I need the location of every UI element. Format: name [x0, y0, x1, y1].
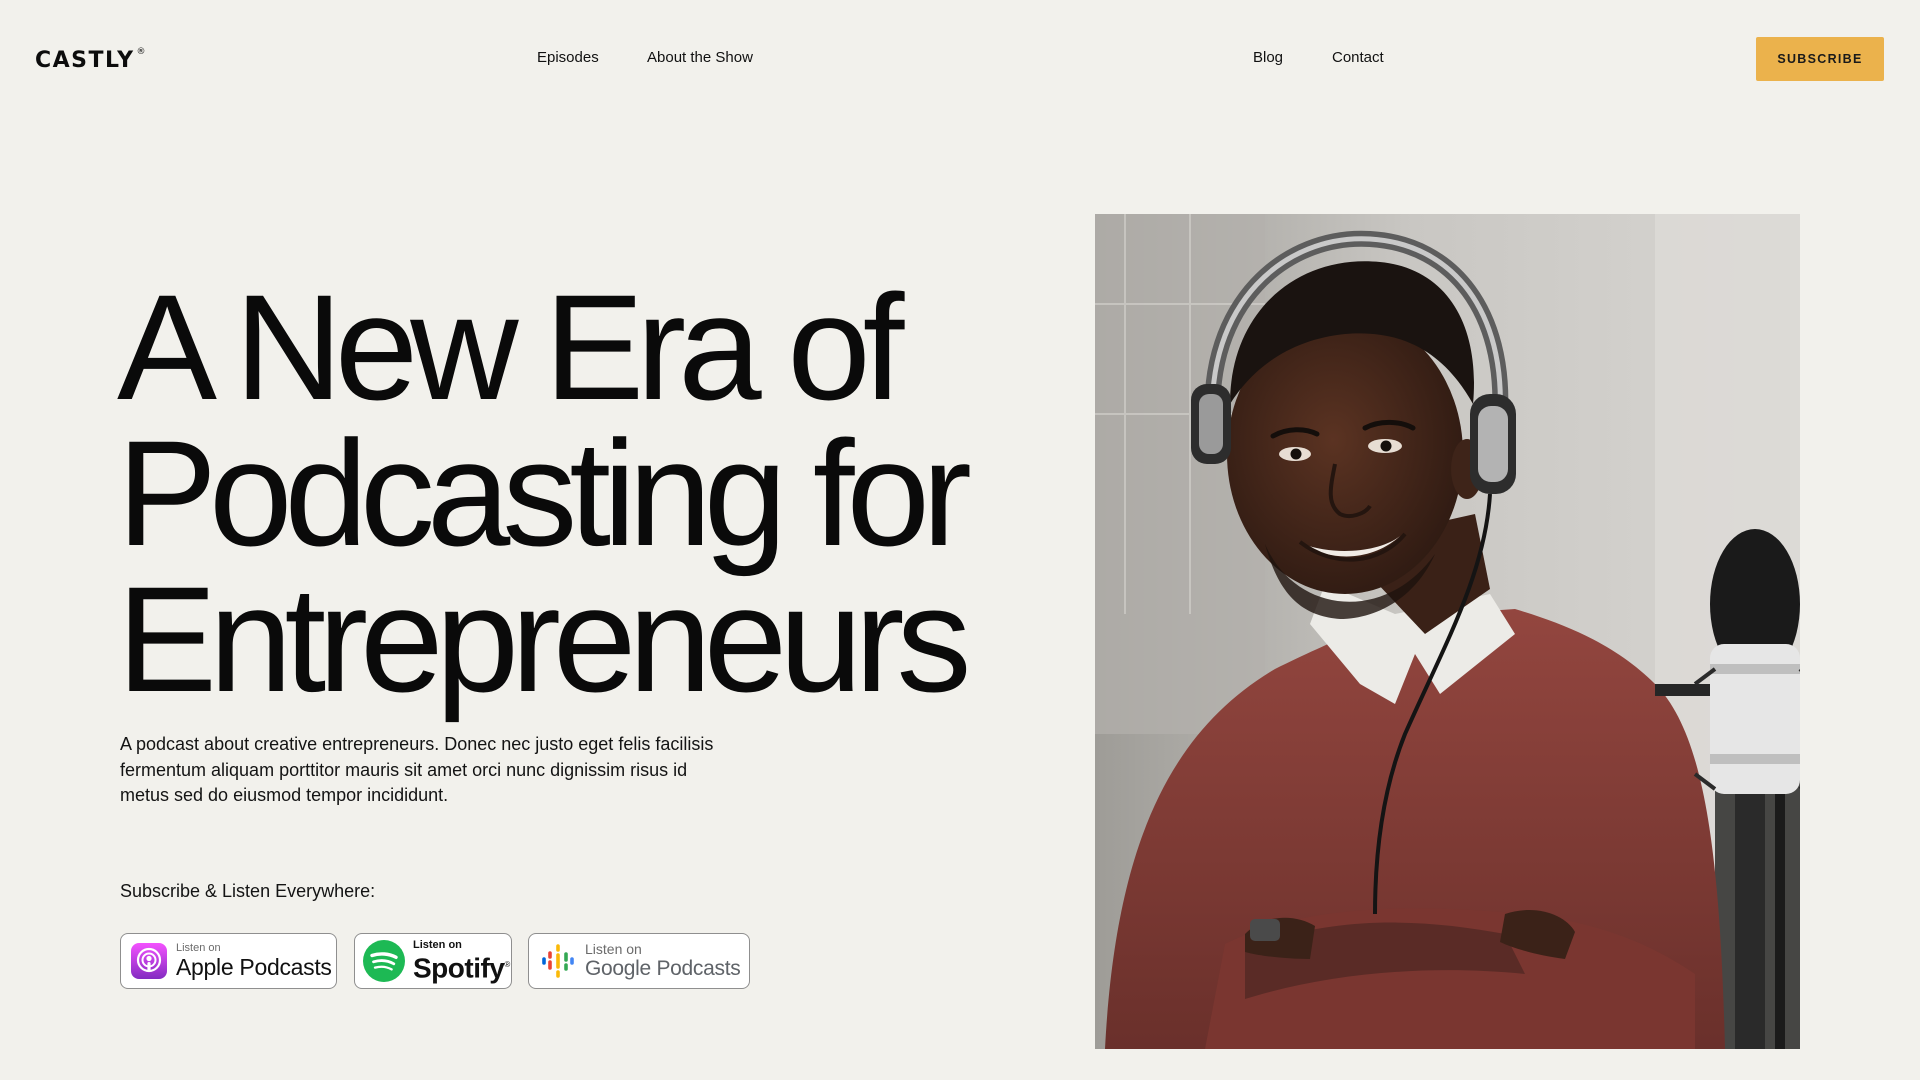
- spotify-icon: [363, 940, 405, 982]
- spotify-badge[interactable]: Listen on Spotify®: [354, 933, 512, 989]
- google-badge-text: Listen on Google Podcasts: [585, 941, 741, 981]
- apple-badge-name: Apple Podcasts: [176, 954, 332, 980]
- listen-everywhere-label: Subscribe & Listen Everywhere:: [120, 881, 376, 901]
- spotify-badge-text: Listen on Spotify®: [413, 939, 510, 982]
- spotify-badge-name: Spotify®: [413, 951, 510, 982]
- spotify-badge-caption: Listen on: [413, 939, 462, 952]
- site-header: CASTLY ® Episodes About the Show Blog Con…: [0, 0, 1920, 118]
- nav-link-episodes[interactable]: Episodes: [537, 48, 599, 68]
- apple-podcasts-badge[interactable]: Listen on Apple Podcasts: [120, 933, 337, 989]
- brand-name: CASTLY: [35, 48, 135, 73]
- brand-registered-mark: ®: [136, 47, 148, 57]
- hero-title-line-2: Podcasting for: [117, 409, 972, 577]
- nav-link-contact[interactable]: Contact: [1332, 48, 1384, 68]
- apple-podcasts-icon: [131, 943, 167, 979]
- nav-link-blog[interactable]: Blog: [1253, 48, 1283, 68]
- hero-title: A New Era of Podcasting for Entrepreneur…: [117, 263, 1017, 723]
- hero-description: A podcast about creative entrepreneurs. …: [120, 734, 714, 805]
- brand-logo[interactable]: CASTLY ®: [35, 47, 148, 78]
- spotify-registered-mark: ®: [504, 960, 510, 970]
- apple-badge-caption: Listen on: [176, 942, 221, 954]
- spotify-badge-wordmark: Spotify: [413, 952, 505, 984]
- hero-title-line-1: A New Era of: [117, 263, 904, 431]
- nav-link-about-the-show[interactable]: About the Show: [647, 48, 753, 68]
- google-podcasts-icon: [540, 943, 576, 979]
- apple-badge-text: Listen on Apple Podcasts: [176, 942, 332, 980]
- google-podcasts-badge[interactable]: Listen on Google Podcasts: [528, 933, 750, 989]
- subscribe-button[interactable]: SUBSCRIBE: [1756, 37, 1884, 81]
- host-photo: [1095, 214, 1800, 1049]
- google-badge-caption: Listen on: [585, 941, 642, 957]
- hero-title-line-3: Entrepreneurs: [117, 555, 972, 723]
- google-badge-name: Google Podcasts: [585, 957, 741, 980]
